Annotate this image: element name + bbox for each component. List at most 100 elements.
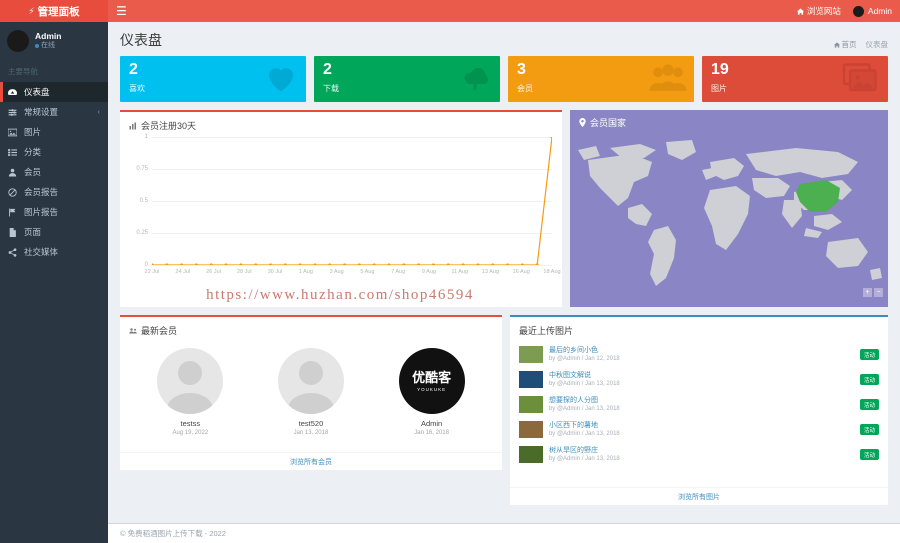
chart-x-tick: 11 Aug	[451, 269, 469, 275]
map-zoom-in-button[interactable]: +	[863, 288, 872, 297]
image-list-item[interactable]: 想要探的人分图 by @Admin / Jan 13, 2018 活动	[510, 392, 888, 417]
chart-point[interactable]	[402, 263, 406, 265]
sidebar-user-info: Admin 在线	[35, 31, 61, 50]
image-subtitle: by @Admin / Jan 13, 2018	[548, 431, 620, 438]
chart-point[interactable]	[520, 263, 524, 265]
map-zoom-controls: + −	[863, 288, 883, 297]
image-list-item[interactable]: 最后的乡间小色 by @Admin / Jan 12, 2018 活动	[510, 342, 888, 367]
image-list-item[interactable]: 中秋图文解说 by @Admin / Jan 13, 2018 活动	[510, 367, 888, 392]
chart-point[interactable]	[269, 263, 273, 265]
chart-point[interactable]	[283, 263, 287, 265]
images-panel-footer: 浏览所有图片	[509, 487, 888, 505]
topbar: ⚡ 管理面板 ☰ 浏览网站 Admin	[0, 0, 900, 22]
chart-point[interactable]	[180, 263, 184, 265]
map-zoom-out-button[interactable]: −	[874, 288, 883, 297]
sidebar-item-settings[interactable]: 常规设置 ‹	[0, 102, 108, 122]
sidebar-item-label: 分类	[24, 147, 42, 157]
breadcrumb-home[interactable]: 首页	[833, 39, 857, 50]
sidebar-item-label: 页面	[24, 227, 42, 237]
image-title[interactable]: 中秋图文解说	[549, 371, 620, 380]
status-badge: 活动	[859, 349, 879, 360]
chart-point[interactable]	[372, 263, 376, 265]
member-card[interactable]: test520 Jan 13, 2018	[265, 348, 357, 436]
chart-x-tick: 24 Jul	[175, 269, 191, 275]
chart-point[interactable]	[239, 263, 243, 265]
chart-point[interactable]	[357, 263, 361, 265]
chart-point[interactable]	[417, 263, 421, 265]
sidebar: Admin 在线 主要导航 仪表盘 常规设置 ‹ 图片 分类 会员 会员报告 图…	[0, 22, 108, 543]
sidebar-item-members[interactable]: 会员	[0, 162, 108, 182]
bolt-icon: ⚡	[28, 5, 35, 16]
sidebar-item-images[interactable]: 图片	[0, 122, 108, 142]
image-list-item[interactable]: 树从旱区的野庄 by @Admin / Jan 13, 2018 活动	[510, 442, 888, 467]
chart-point[interactable]	[431, 263, 435, 265]
stat-card-members[interactable]: 3 会员	[508, 56, 694, 102]
avatar-brand-subtext: YOUKUKE	[417, 386, 447, 392]
chart-x-tick: 5 Aug	[360, 269, 375, 275]
chart-point[interactable]	[387, 263, 391, 265]
stat-label: 下载	[323, 84, 339, 93]
sidebar-item-member-reports[interactable]: 会员报告	[0, 182, 108, 202]
image-list-item[interactable]: 小区西下的薯地 by @Admin / Jan 13, 2018 活动	[510, 417, 888, 442]
avatar: 优酷客 YOUKUKE	[398, 348, 465, 414]
sidebar-user-panel[interactable]: Admin 在线	[0, 22, 108, 61]
chart-point[interactable]	[446, 263, 450, 265]
brand-logo[interactable]: ⚡ 管理面板	[0, 0, 108, 22]
breadcrumb-current: 仪表盘	[866, 39, 889, 50]
sidebar-item-categories[interactable]: 分类	[0, 142, 108, 162]
member-card[interactable]: testss Aug 19, 2022	[144, 348, 236, 436]
admin-dashboard: ⚡ 管理面板 ☰ 浏览网站 Admin Admin 在线 主要导航 仪表盘 常规…	[0, 0, 900, 543]
chart-point[interactable]	[194, 263, 198, 265]
chart-point[interactable]	[298, 263, 302, 265]
page-title: 仪表盘	[120, 32, 162, 48]
chart-point[interactable]	[535, 263, 539, 265]
image-subtitle: by @Admin / Jan 13, 2018	[548, 406, 620, 413]
view-site-link[interactable]: 浏览网站	[796, 5, 841, 17]
image-thumbnail	[518, 371, 543, 388]
image-title[interactable]: 想要探的人分图	[549, 396, 620, 405]
avatar-head-shape	[298, 361, 323, 385]
sidebar-user-name: Admin	[35, 31, 62, 42]
chart-point[interactable]	[343, 263, 347, 265]
user-menu[interactable]: Admin	[852, 5, 892, 17]
chart-point[interactable]	[491, 263, 495, 265]
sidebar-item-pages[interactable]: 页面	[0, 222, 108, 242]
stat-card-images[interactable]: 19 图片	[702, 56, 888, 102]
chart-point[interactable]	[224, 263, 228, 265]
image-title[interactable]: 树从旱区的野庄	[549, 446, 620, 455]
avatar	[157, 348, 224, 414]
image-title[interactable]: 最后的乡间小色	[549, 346, 620, 355]
chart-point[interactable]	[254, 263, 258, 265]
member-card[interactable]: 优酷客 YOUKUKE Admin Jan 16, 2018	[386, 348, 478, 436]
navbar: ☰ 浏览网站 Admin	[108, 0, 900, 22]
footer-text: © 免费稻酒图片上传下载 - 2022	[120, 529, 226, 538]
view-site-label: 浏览网站	[806, 6, 841, 16]
chart-point[interactable]	[328, 263, 332, 265]
browse-all-images-link[interactable]: 浏览所有图片	[678, 492, 720, 502]
chart-point[interactable]	[506, 263, 510, 265]
image-meta: 树从旱区的野庄 by @Admin / Jan 13, 2018	[549, 446, 620, 464]
chart-point[interactable]	[461, 263, 465, 265]
main-footer: © 免费稻酒图片上传下载 - 2022	[108, 523, 900, 543]
browse-all-members-link[interactable]: 浏览所有会员	[290, 457, 332, 467]
sidebar-item-dashboard[interactable]: 仪表盘	[0, 82, 108, 102]
recent-images-panel: 最近上传图片 最后的乡间小色 by @Admin / Jan 12, 2018 活动…	[509, 315, 888, 505]
chart-point[interactable]	[476, 263, 480, 265]
chart-y-tick: 1	[144, 134, 148, 140]
sidebar-item-social[interactable]: 社交媒体	[0, 242, 108, 262]
avatar-body-shape	[167, 393, 214, 414]
chart-point[interactable]	[165, 263, 169, 265]
sidebar-menu-header: 主要导航	[8, 67, 38, 76]
chart-point[interactable]	[209, 263, 213, 265]
stat-card-downloads[interactable]: 2 下载	[314, 56, 500, 102]
sidebar-item-image-reports[interactable]: 图片报告	[0, 202, 108, 222]
chart-point[interactable]	[550, 137, 552, 139]
members-panel-title: 最新会员	[141, 326, 178, 336]
chart-point[interactable]	[313, 263, 317, 265]
chart-x-tick: 7 Aug	[391, 269, 406, 275]
image-title[interactable]: 小区西下的薯地	[549, 421, 620, 430]
stat-card-likes[interactable]: 2 喜欢	[120, 56, 306, 102]
world-map[interactable]: + −	[570, 132, 888, 302]
sidebar-toggle-icon[interactable]: ☰	[116, 5, 127, 17]
chart-point[interactable]	[152, 263, 154, 265]
